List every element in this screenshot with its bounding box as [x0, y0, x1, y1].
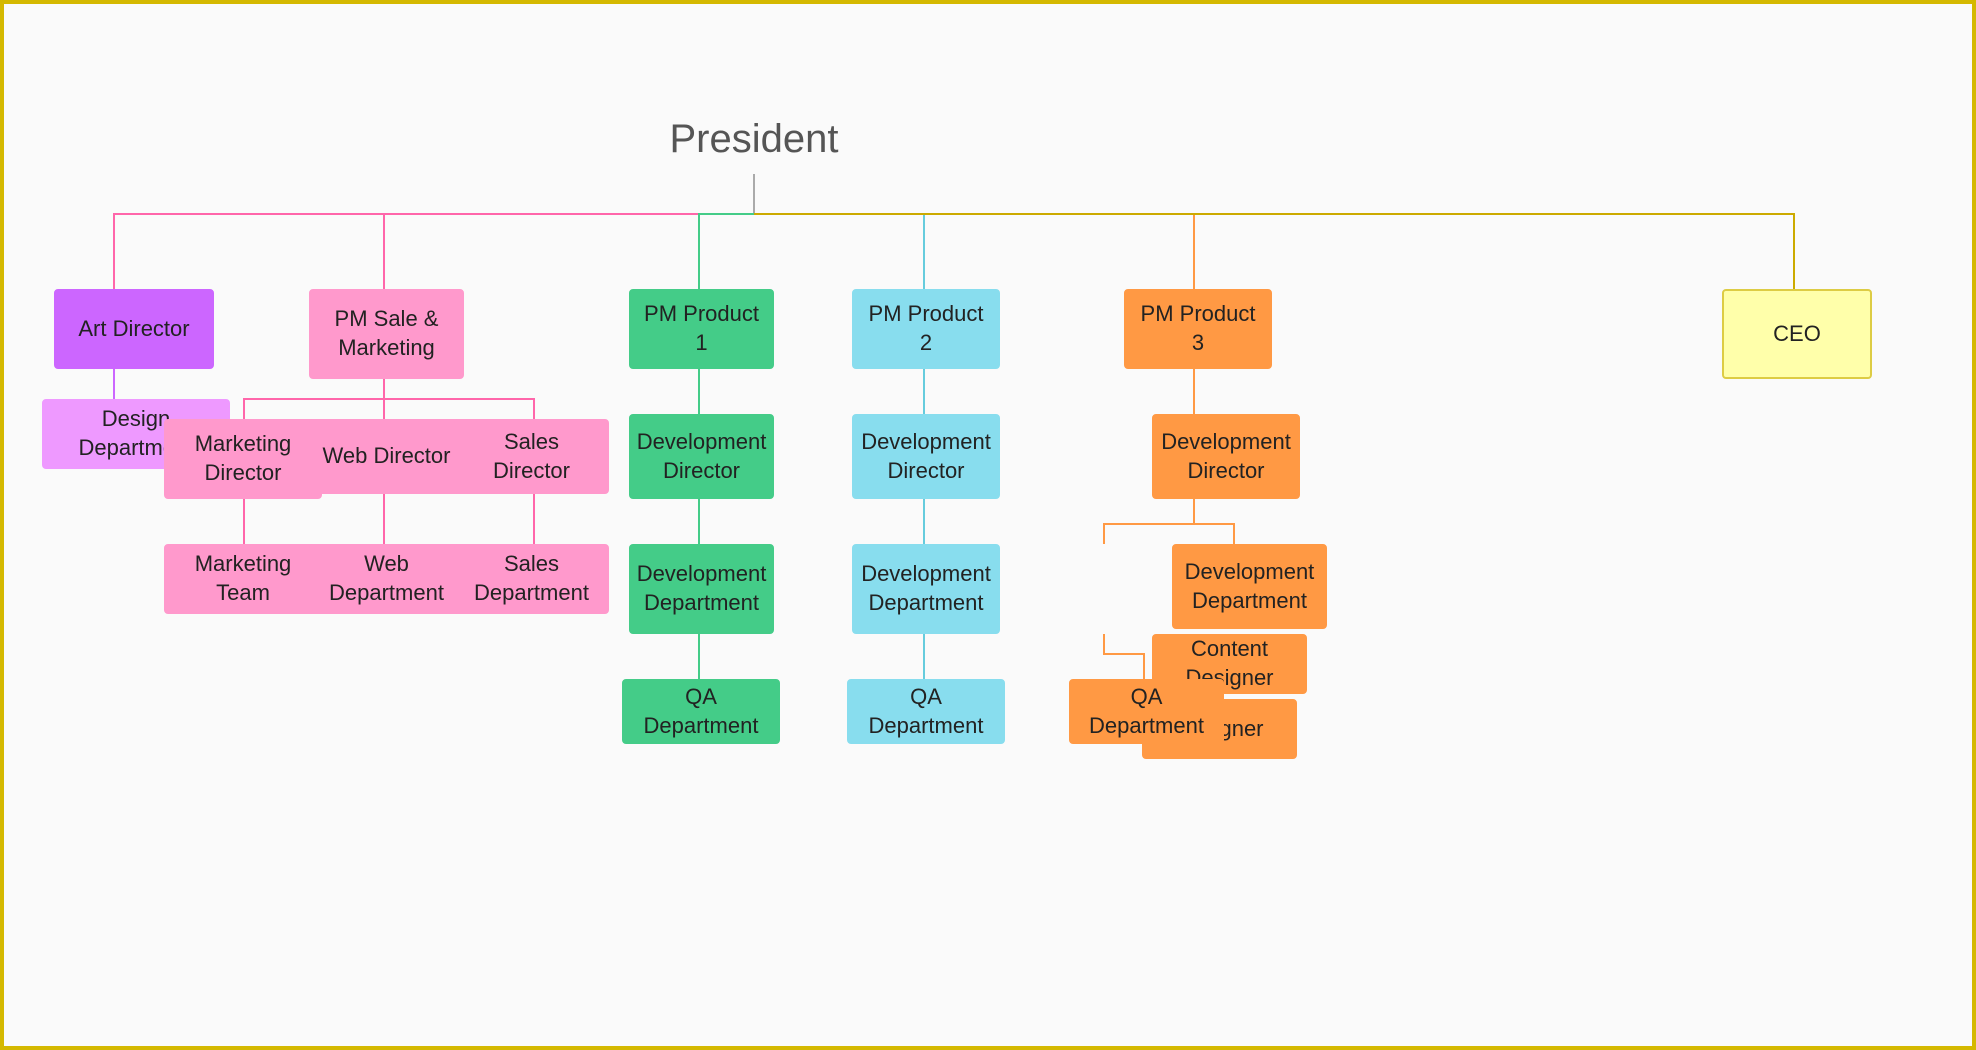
- qa-dept3-node[interactable]: QA Department: [1069, 679, 1224, 744]
- marketing-director-node[interactable]: Marketing Director: [164, 419, 322, 499]
- pm-sale-marketing-node[interactable]: PM Sale & Marketing: [309, 289, 464, 379]
- dev-dept1-node[interactable]: Development Department: [629, 544, 774, 634]
- dev-dept3-node[interactable]: Development Department: [1172, 544, 1327, 629]
- marketing-team-node[interactable]: Marketing Team: [164, 544, 322, 614]
- org-chart-canvas: President Art Director Design Department…: [4, 4, 1972, 1046]
- dev-director1-node[interactable]: Development Director: [629, 414, 774, 499]
- sales-director-node[interactable]: Sales Director: [454, 419, 609, 494]
- qa-dept1-node[interactable]: QA Department: [622, 679, 780, 744]
- ceo-node[interactable]: CEO: [1722, 289, 1872, 379]
- pm-product3-node[interactable]: PM Product 3: [1124, 289, 1272, 369]
- art-director-node[interactable]: Art Director: [54, 289, 214, 369]
- qa-dept2-node[interactable]: QA Department: [847, 679, 1005, 744]
- president-node: President: [584, 104, 924, 174]
- pm-product2-node[interactable]: PM Product 2: [852, 289, 1000, 369]
- sales-dept-node[interactable]: Sales Department: [454, 544, 609, 614]
- dev-dept2-node[interactable]: Development Department: [852, 544, 1000, 634]
- dev-director3-node[interactable]: Development Director: [1152, 414, 1300, 499]
- web-dept-node[interactable]: Web Department: [309, 544, 464, 614]
- pm-product1-node[interactable]: PM Product 1: [629, 289, 774, 369]
- web-director-node[interactable]: Web Director: [309, 419, 464, 494]
- connector-lines: [4, 4, 1972, 1046]
- dev-director2-node[interactable]: Development Director: [852, 414, 1000, 499]
